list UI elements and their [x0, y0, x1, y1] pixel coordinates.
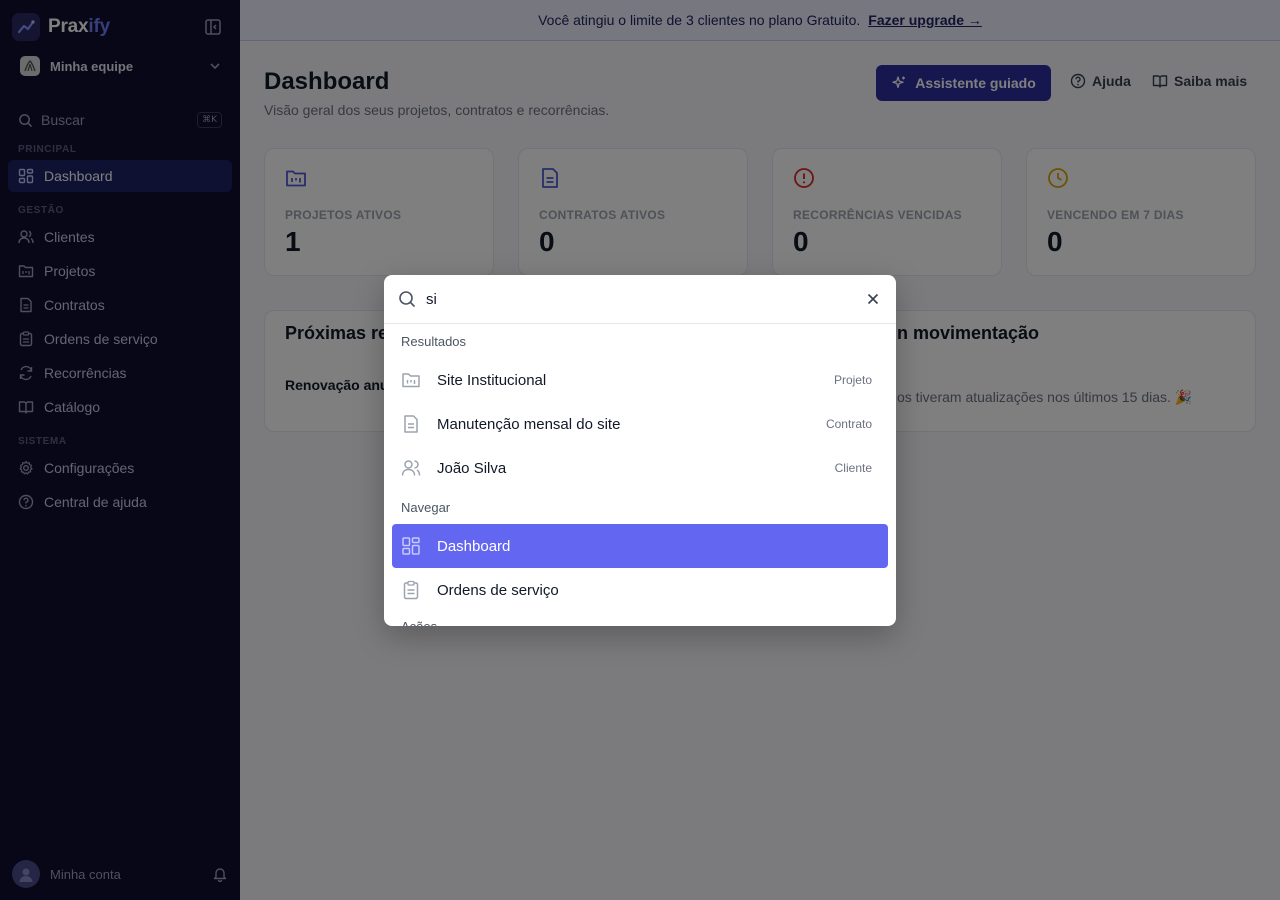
search-icon: [399, 291, 416, 308]
command-item-kind: Cliente: [834, 461, 872, 475]
close-icon[interactable]: [866, 292, 880, 306]
command-item-kind: Projeto: [833, 373, 872, 387]
command-item-label: Manutenção mensal do site: [437, 415, 621, 433]
command-item-label: Dashboard: [437, 537, 511, 555]
command-item-kind: Contrato: [825, 417, 872, 431]
group-label-actions: Ações: [384, 612, 896, 626]
command-item-dashboard[interactable]: Dashboard: [392, 524, 888, 568]
users-icon: [401, 460, 421, 476]
group-label-navigate: Navegar: [401, 499, 451, 515]
clipboard-list-icon: [403, 580, 419, 600]
command-item-manutencao[interactable]: Manutenção mensal do site Contrato: [392, 402, 888, 446]
command-item-label: João Silva: [437, 459, 507, 477]
command-search[interactable]: si: [384, 275, 896, 324]
command-item-site-institucional[interactable]: Site Institucional Projeto: [392, 358, 888, 402]
command-item-label: Ordens de serviço: [437, 581, 559, 599]
command-search-input[interactable]: si: [426, 291, 856, 308]
command-item-ordens[interactable]: Ordens de serviço: [392, 568, 888, 612]
layout-dashboard-icon: [402, 537, 420, 555]
command-item-label: Site Institucional: [437, 371, 547, 389]
folder-kanban-icon: [402, 373, 420, 388]
command-palette: si Resultados Site Institucional Projeto…: [384, 275, 896, 626]
group-label-results: Resultados: [401, 333, 467, 349]
command-item-joao-silva[interactable]: João Silva Cliente: [392, 446, 888, 490]
file-text-icon: [404, 415, 418, 433]
